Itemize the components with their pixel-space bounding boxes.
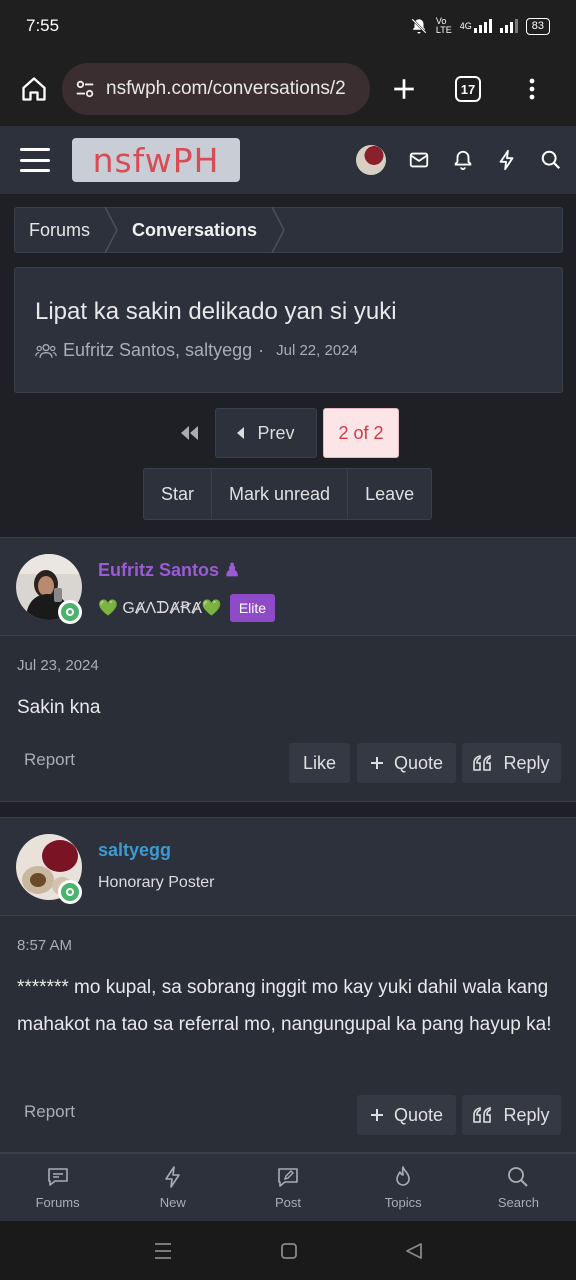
message-header: saltyegg Honorary Poster xyxy=(0,818,576,916)
breadcrumb-conversations[interactable]: Conversations xyxy=(118,208,271,252)
quote-icon xyxy=(473,1107,492,1123)
breadcrumb-forums[interactable]: Forums xyxy=(15,208,104,252)
system-nav-bar xyxy=(0,1221,576,1280)
plus-icon xyxy=(370,757,383,769)
bolt-icon xyxy=(164,1166,180,1188)
site-logo[interactable]: nsfwPH xyxy=(72,138,240,182)
new-tab-button[interactable] xyxy=(384,69,424,109)
plus-icon xyxy=(370,1109,383,1121)
nav-forums[interactable]: Forums xyxy=(0,1154,115,1221)
status-bar: 7:55 Vo LTE 4G 83 xyxy=(0,0,576,52)
message-body: Sakin kna xyxy=(17,697,101,718)
bolt-icon[interactable] xyxy=(496,149,518,171)
elite-badge: Elite xyxy=(229,594,276,622)
nav-topics[interactable]: Topics xyxy=(346,1154,461,1221)
mark-unread-button[interactable]: Mark unread xyxy=(212,469,349,519)
leave-button[interactable]: Leave xyxy=(348,469,431,519)
username[interactable]: saltyegg xyxy=(98,840,171,861)
network-type: 4G xyxy=(459,21,472,31)
signal-icon-1 xyxy=(473,19,492,33)
conversation-date: Jul 22, 2024 xyxy=(276,342,358,359)
nav-search[interactable]: Search xyxy=(461,1154,576,1221)
volte-icon: Vo LTE xyxy=(435,16,452,35)
battery-indicator: 83 xyxy=(525,17,550,35)
account-avatar[interactable] xyxy=(356,145,386,175)
post-icon xyxy=(278,1168,298,1187)
online-status-icon xyxy=(58,880,82,904)
message-date[interactable]: 8:57 AM xyxy=(17,937,72,954)
meta-separator: · xyxy=(258,340,265,360)
plus-icon xyxy=(394,79,414,99)
conversation-header: Lipat ka sakin delikado yan si yuki Eufr… xyxy=(14,267,563,393)
pagination: Prev 2 of 2 xyxy=(0,408,576,458)
current-page[interactable]: 2 of 2 xyxy=(323,408,399,458)
bottom-nav: Forums New Post Topics Search xyxy=(0,1153,576,1221)
tab-count: 17 xyxy=(455,76,481,102)
conversation-title: Lipat ka sakin delikado yan si yuki xyxy=(35,298,397,325)
star-button[interactable]: Star xyxy=(144,469,213,519)
forums-icon xyxy=(47,1168,68,1186)
search-icon xyxy=(508,1167,529,1187)
message-date[interactable]: Jul 23, 2024 xyxy=(17,657,99,674)
report-link[interactable]: Report xyxy=(24,750,75,770)
quote-button[interactable]: Quote xyxy=(357,1095,456,1135)
nav-new[interactable]: New xyxy=(115,1154,230,1221)
message-body: ******* mo kupal, sa sobrang inggit mo k… xyxy=(17,977,552,1035)
verified-icon: ♟ xyxy=(224,560,241,580)
home-nav-icon[interactable] xyxy=(280,1242,298,1260)
participants[interactable]: Eufritz Santos, saltyegg xyxy=(63,340,252,361)
users-icon xyxy=(35,343,57,358)
username[interactable]: Eufritz Santos ♟ xyxy=(98,560,240,581)
like-button[interactable]: Like xyxy=(289,743,350,783)
url-text: nsfwph.com/conversations/2 xyxy=(106,78,346,99)
mute-icon xyxy=(411,18,427,34)
reply-button[interactable]: Reply xyxy=(462,743,561,783)
reply-button[interactable]: Reply xyxy=(462,1095,561,1135)
more-vert-icon xyxy=(529,78,535,100)
conversation-actions: Star Mark unread Leave xyxy=(143,468,433,520)
browser-menu-button[interactable] xyxy=(512,69,552,109)
address-bar[interactable]: nsfwph.com/conversations/2 xyxy=(62,63,370,115)
chevron-right-icon xyxy=(271,207,285,253)
message-2: saltyegg Honorary Poster 8:57 AM *******… xyxy=(0,817,576,1153)
header-actions xyxy=(356,145,562,175)
nav-post[interactable]: Post xyxy=(230,1154,345,1221)
caret-left-icon xyxy=(237,427,245,439)
prev-page-button[interactable]: Prev xyxy=(215,408,317,458)
home-button[interactable] xyxy=(14,69,54,109)
status-time: 7:55 xyxy=(26,16,60,35)
home-icon xyxy=(22,77,46,101)
flame-icon xyxy=(396,1166,411,1186)
quote-button[interactable]: Quote xyxy=(357,743,456,783)
online-status-icon xyxy=(58,600,82,624)
user-title: 💚 ԌȺɅᗪȺꞦȺ💚 Elite xyxy=(98,594,276,622)
recents-icon[interactable] xyxy=(153,1242,173,1260)
signal-icon-2 xyxy=(499,19,518,33)
site-settings-icon[interactable] xyxy=(74,78,96,100)
inbox-icon[interactable] xyxy=(408,149,430,171)
message-1: Eufritz Santos ♟ 💚 ԌȺɅᗪȺꞦȺ💚 Elite Jul 23… xyxy=(0,537,576,802)
user-title: Honorary Poster xyxy=(98,874,215,891)
bell-icon[interactable] xyxy=(452,149,474,171)
status-icons: Vo LTE 4G 83 xyxy=(410,17,550,35)
first-page-icon[interactable] xyxy=(178,424,200,442)
quote-icon xyxy=(473,755,492,771)
browser-toolbar: nsfwph.com/conversations/2 17 xyxy=(0,52,576,126)
conversation-meta: Eufritz Santos, saltyegg · Jul 22, 2024 xyxy=(35,340,542,361)
message-header: Eufritz Santos ♟ 💚 ԌȺɅᗪȺꞦȺ💚 Elite xyxy=(0,538,576,636)
breadcrumb: Forums Conversations xyxy=(14,207,563,253)
site-header: nsfwPH xyxy=(0,126,576,194)
report-link[interactable]: Report xyxy=(24,1102,75,1122)
search-icon[interactable] xyxy=(540,149,562,171)
screen: 7:55 Vo LTE 4G 83 nsfwph.com/conversation… xyxy=(0,0,576,1280)
chevron-right-icon xyxy=(104,207,118,253)
prev-label: Prev xyxy=(257,422,295,443)
menu-icon[interactable] xyxy=(20,148,50,172)
back-icon[interactable] xyxy=(405,1242,423,1260)
tab-switcher-button[interactable]: 17 xyxy=(448,69,488,109)
